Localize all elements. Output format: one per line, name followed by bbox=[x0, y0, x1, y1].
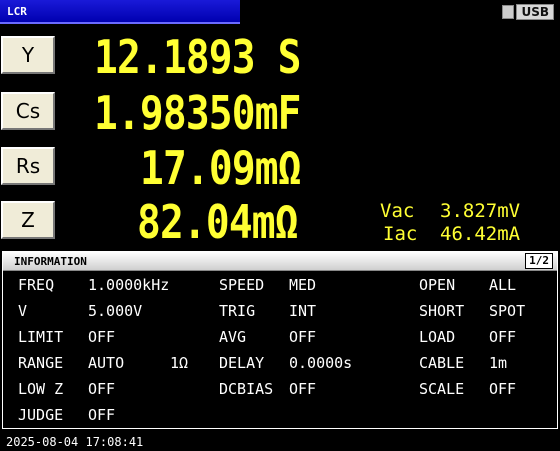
setting-label-r4-c6: CABLE bbox=[419, 354, 465, 372]
information-panel: INFORMATION 1/2 bbox=[2, 251, 558, 429]
param-value-3: 17.09mΩ bbox=[140, 141, 302, 195]
setting-value-r1-c7: ALL bbox=[489, 276, 517, 294]
setting-value-r5-c2: OFF bbox=[88, 380, 116, 398]
page-indicator[interactable]: 1/2 bbox=[525, 253, 553, 269]
setting-label-r2-c1: V bbox=[18, 302, 28, 320]
title-bar: LCR USB bbox=[0, 0, 560, 24]
information-title: INFORMATION bbox=[14, 255, 87, 268]
timestamp: 2025-08-04 17:08:41 bbox=[6, 435, 144, 449]
setting-value-r2-c7: SPOT bbox=[489, 302, 526, 320]
setting-value-r5-c7: OFF bbox=[489, 380, 517, 398]
setting-value-r4-c5: 0.0000s bbox=[289, 354, 353, 372]
information-header: INFORMATION 1/2 bbox=[3, 252, 557, 271]
setting-label-r5-c6: SCALE bbox=[419, 380, 465, 398]
vac-label: Vac bbox=[380, 200, 415, 222]
usb-plug-icon bbox=[502, 5, 515, 19]
setting-value-r3-c5: OFF bbox=[289, 328, 317, 346]
setting-value-r2-c5: INT bbox=[289, 302, 317, 320]
setting-value-r1-c2: 1.0000kHz bbox=[88, 276, 170, 294]
setting-label-r2-c6: SHORT bbox=[419, 302, 465, 320]
param-key-3[interactable]: Rs bbox=[1, 147, 55, 185]
param-key-2[interactable]: Cs bbox=[1, 92, 55, 130]
param-value-4: 82.04mΩ bbox=[137, 195, 299, 249]
setting-label-r1-c1: FREQ bbox=[18, 276, 55, 294]
usb-label: USB bbox=[516, 4, 554, 20]
usb-indicator: USB bbox=[502, 4, 554, 20]
setting-label-r3-c6: LOAD bbox=[419, 328, 456, 346]
param-key-1[interactable]: Y bbox=[1, 36, 55, 74]
param-key-4[interactable]: Z bbox=[1, 201, 55, 239]
setting-label-r3-c1: LIMIT bbox=[18, 328, 64, 346]
iac-value: 46.42mA bbox=[440, 223, 521, 245]
setting-value-r5-c5: OFF bbox=[289, 380, 317, 398]
setting-label-r4-c1: RANGE bbox=[18, 354, 64, 372]
setting-label-r3-c4: AVG bbox=[219, 328, 247, 346]
vac-value: 3.827mV bbox=[440, 200, 521, 222]
mode-tab[interactable]: LCR bbox=[0, 0, 240, 24]
setting-value-r2-c2: 5.000V bbox=[88, 302, 143, 320]
setting-label-r1-c6: OPEN bbox=[419, 276, 456, 294]
setting-value-r1-c5: MED bbox=[289, 276, 317, 294]
setting-label-r6-c1: JUDGE bbox=[18, 406, 64, 424]
setting-value-r4-c2: AUTO bbox=[88, 354, 125, 372]
setting-label-r4-c4: DELAY bbox=[219, 354, 265, 372]
setting-value-r3-c7: OFF bbox=[489, 328, 517, 346]
setting-label-r5-c1: LOW Z bbox=[18, 380, 64, 398]
mode-label: LCR bbox=[7, 5, 27, 18]
iac-label: Iac bbox=[383, 223, 418, 245]
setting-value-r4-c7: 1m bbox=[489, 354, 508, 372]
setting-label-r2-c4: TRIG bbox=[219, 302, 256, 320]
setting-extra-r4-c3: 1Ω bbox=[170, 354, 189, 372]
setting-value-r3-c2: OFF bbox=[88, 328, 116, 346]
param-value-2: 1.98350mF bbox=[94, 86, 301, 140]
setting-label-r5-c4: DCBIAS bbox=[219, 380, 274, 398]
setting-value-r6-c2: OFF bbox=[88, 406, 116, 424]
setting-label-r1-c4: SPEED bbox=[219, 276, 265, 294]
param-value-1: 12.1893 S bbox=[94, 30, 301, 84]
